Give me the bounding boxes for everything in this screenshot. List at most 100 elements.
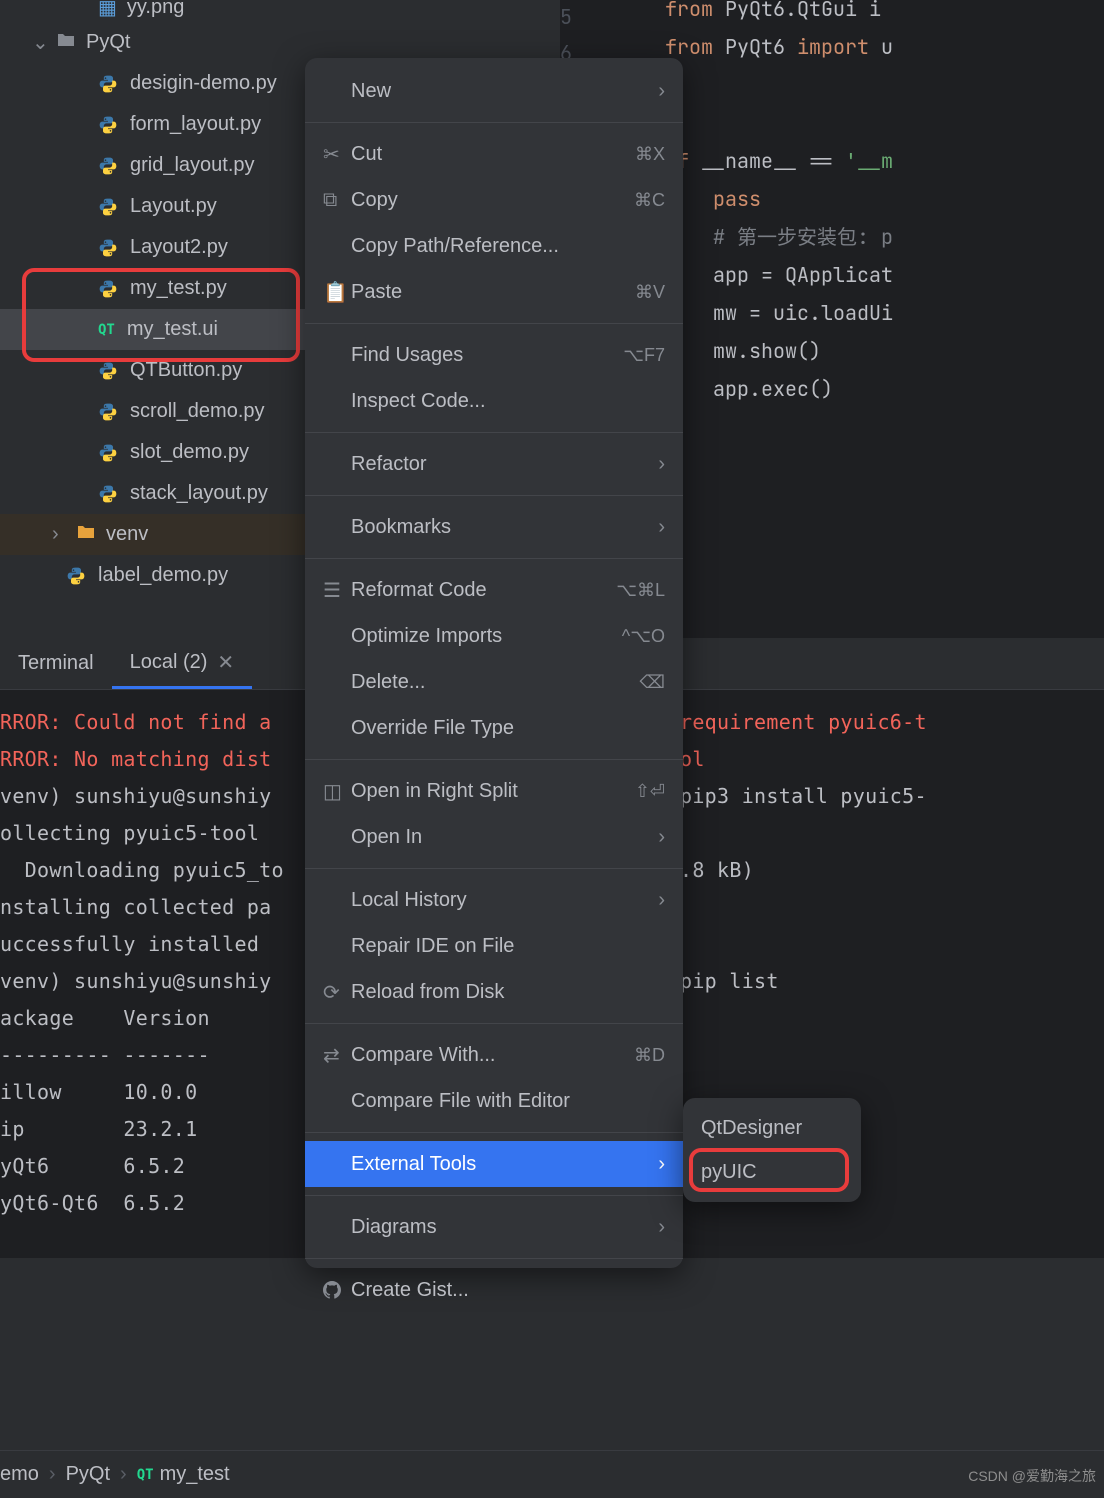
close-icon[interactable]: ✕ bbox=[217, 650, 234, 675]
python-icon bbox=[98, 443, 118, 463]
tree-file[interactable]: slot_demo.py bbox=[0, 432, 305, 473]
tree-file[interactable]: Layout2.py bbox=[0, 227, 305, 268]
chevron-right-icon: › bbox=[52, 523, 70, 546]
crumb[interactable]: my_test bbox=[160, 1463, 230, 1486]
menu-separator bbox=[305, 759, 683, 760]
menu-copy[interactable]: ⧉Copy⌘C bbox=[305, 177, 683, 223]
menu-create-gist[interactable]: Create Gist... bbox=[305, 1267, 683, 1313]
menu-bookmarks[interactable]: Bookmarks› bbox=[305, 504, 683, 550]
watermark-text: CSDN @爱勤海之旅 bbox=[968, 1466, 1096, 1486]
file-label: yy.png bbox=[127, 0, 184, 19]
menu-new[interactable]: New› bbox=[305, 68, 683, 114]
tree-file[interactable]: QTButton.py bbox=[0, 350, 305, 391]
chevron-right-icon: › bbox=[658, 453, 665, 476]
qt-icon: QT bbox=[98, 322, 115, 338]
menu-external-tools[interactable]: External Tools› bbox=[305, 1141, 683, 1187]
delete-icon: ⌫ bbox=[640, 672, 665, 693]
menu-cut[interactable]: ✂Cut⌘X bbox=[305, 131, 683, 177]
reload-icon: ⟳ bbox=[323, 980, 351, 1005]
menu-separator bbox=[305, 495, 683, 496]
tree-file[interactable]: desigin-demo.py bbox=[0, 63, 305, 104]
menu-separator bbox=[305, 432, 683, 433]
menu-open-in[interactable]: Open In› bbox=[305, 814, 683, 860]
menu-inspect-code[interactable]: Inspect Code... bbox=[305, 378, 683, 424]
menu-refactor[interactable]: Refactor› bbox=[305, 441, 683, 487]
tree-file[interactable]: grid_layout.py bbox=[0, 145, 305, 186]
python-icon bbox=[66, 566, 86, 586]
menu-find-usages[interactable]: Find Usages⌥F7 bbox=[305, 332, 683, 378]
tree-file[interactable]: form_layout.py bbox=[0, 104, 305, 145]
clipboard-icon: 📋 bbox=[323, 280, 351, 305]
python-icon bbox=[98, 197, 118, 217]
menu-open-right-split[interactable]: ◫Open in Right Split⇧⏎ bbox=[305, 768, 683, 814]
tree-file[interactable]: my_test.py bbox=[0, 268, 305, 309]
scissors-icon: ✂ bbox=[323, 142, 351, 167]
python-icon bbox=[98, 402, 118, 422]
tree-file[interactable]: scroll_demo.py bbox=[0, 391, 305, 432]
folder-icon bbox=[56, 31, 76, 54]
tree-file-yy[interactable]: ▦ yy.png bbox=[0, 0, 305, 22]
submenu-pyuic[interactable]: pyUIC bbox=[683, 1150, 861, 1194]
file-label: stack_layout.py bbox=[130, 482, 268, 505]
menu-paste[interactable]: 📋Paste⌘V bbox=[305, 269, 683, 315]
compare-icon: ⇄ bbox=[323, 1043, 351, 1068]
menu-separator bbox=[305, 1132, 683, 1133]
python-icon bbox=[98, 115, 118, 135]
file-label: grid_layout.py bbox=[130, 154, 255, 177]
tree-folder-venv[interactable]: › venv bbox=[0, 514, 305, 555]
chevron-right-icon: › bbox=[658, 516, 665, 539]
submenu-qtdesigner[interactable]: QtDesigner bbox=[683, 1106, 861, 1150]
menu-override-filetype[interactable]: Override File Type bbox=[305, 705, 683, 751]
menu-separator bbox=[305, 1023, 683, 1024]
tree-file[interactable]: label_demo.py bbox=[0, 555, 305, 596]
file-label: label_demo.py bbox=[98, 564, 228, 587]
chevron-right-icon: › bbox=[658, 889, 665, 912]
menu-optimize-imports[interactable]: Optimize Imports^⌥O bbox=[305, 613, 683, 659]
menu-separator bbox=[305, 868, 683, 869]
tree-file[interactable]: stack_layout.py bbox=[0, 473, 305, 514]
breadcrumb: emo › PyQt › QT my_test bbox=[0, 1450, 1104, 1498]
menu-reformat[interactable]: ☰Reformat Code⌥⌘L bbox=[305, 567, 683, 613]
line-number: 5 bbox=[560, 4, 572, 30]
file-label: Layout.py bbox=[130, 195, 217, 218]
crumb[interactable]: emo bbox=[0, 1463, 39, 1486]
terminal-output[interactable]: requirement pyuic6-t ol pip3 install pyu… bbox=[680, 690, 927, 1000]
menu-separator bbox=[305, 122, 683, 123]
image-icon: ▦ bbox=[98, 0, 117, 20]
copy-icon: ⧉ bbox=[323, 189, 351, 212]
tab-label: Local (2) bbox=[130, 651, 208, 674]
menu-compare-editor[interactable]: Compare File with Editor bbox=[305, 1078, 683, 1124]
tree-file[interactable]: QTmy_test.ui bbox=[0, 309, 305, 350]
folder-icon bbox=[76, 523, 96, 546]
terminal-output[interactable]: RROR: Could not find a RROR: No matching… bbox=[0, 690, 284, 1222]
menu-delete[interactable]: Delete...⌫ bbox=[305, 659, 683, 705]
crumb-sep-icon: › bbox=[120, 1463, 127, 1486]
file-label: QTButton.py bbox=[130, 359, 242, 382]
menu-repair-ide[interactable]: Repair IDE on File bbox=[305, 923, 683, 969]
file-label: desigin-demo.py bbox=[130, 72, 277, 95]
python-icon bbox=[98, 279, 118, 299]
tree-folder-pyqt[interactable]: ⌄ PyQt bbox=[0, 22, 305, 63]
menu-separator bbox=[305, 1258, 683, 1259]
menu-compare-with[interactable]: ⇄Compare With...⌘D bbox=[305, 1032, 683, 1078]
chevron-right-icon: › bbox=[658, 826, 665, 849]
chevron-down-icon: ⌄ bbox=[32, 30, 50, 55]
menu-reload-disk[interactable]: ⟳Reload from Disk bbox=[305, 969, 683, 1015]
menu-copy-path[interactable]: Copy Path/Reference... bbox=[305, 223, 683, 269]
submenu-label: QtDesigner bbox=[701, 1117, 802, 1140]
python-icon bbox=[98, 361, 118, 381]
chevron-right-icon: › bbox=[658, 1216, 665, 1239]
tree-file[interactable]: Layout.py bbox=[0, 186, 305, 227]
menu-separator bbox=[305, 1195, 683, 1196]
menu-separator bbox=[305, 558, 683, 559]
qt-icon: QT bbox=[137, 1467, 154, 1483]
terminal-tab-active[interactable]: Local (2) ✕ bbox=[112, 638, 253, 689]
terminal-tab[interactable]: Terminal bbox=[0, 638, 112, 689]
crumb[interactable]: PyQt bbox=[66, 1463, 110, 1486]
file-label: form_layout.py bbox=[130, 113, 261, 136]
folder-label: venv bbox=[106, 523, 148, 546]
menu-diagrams[interactable]: Diagrams› bbox=[305, 1204, 683, 1250]
tab-label: Terminal bbox=[18, 652, 94, 675]
menu-local-history[interactable]: Local History› bbox=[305, 877, 683, 923]
file-tree-panel: ▦ yy.png ⌄ PyQt desigin-demo.py form_layo… bbox=[0, 0, 305, 638]
